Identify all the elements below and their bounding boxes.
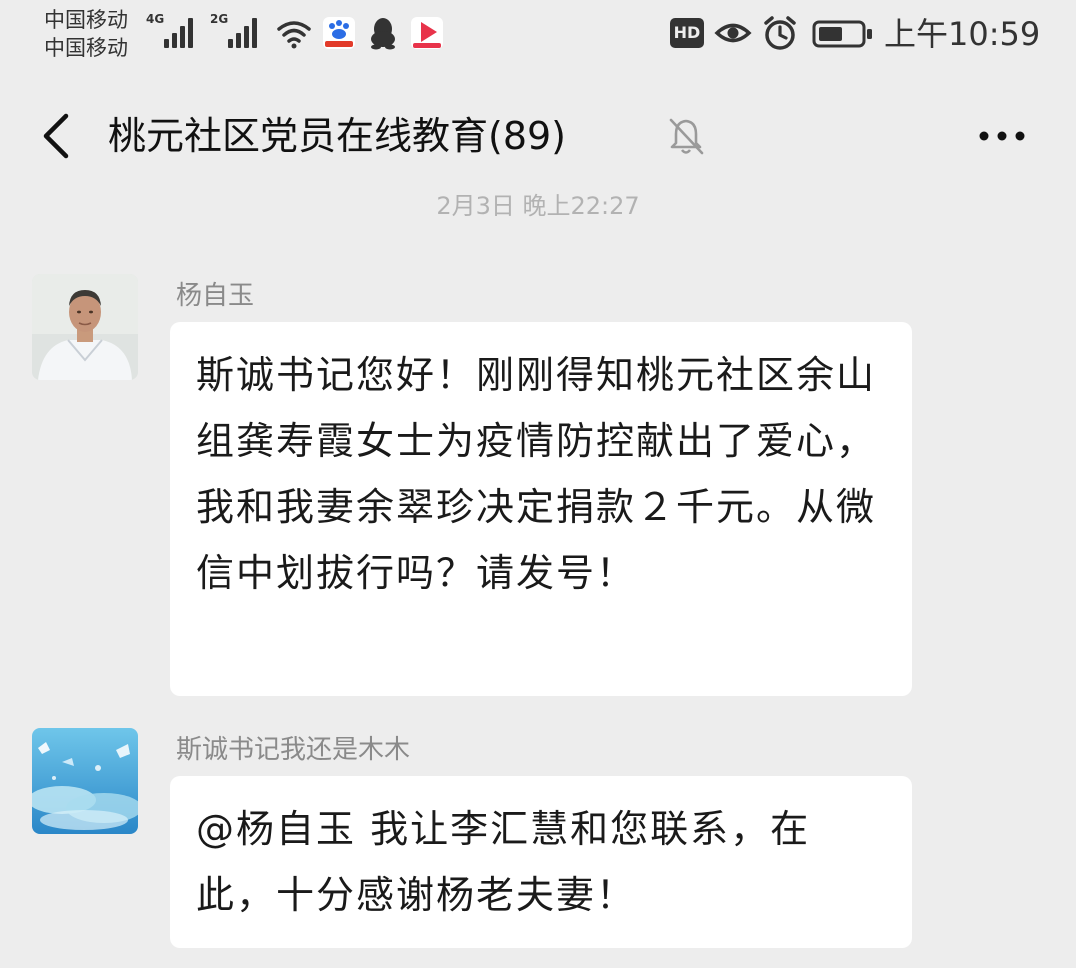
video-app-icon	[411, 17, 443, 49]
avatar[interactable]	[32, 728, 138, 834]
carrier-info: 中国移动 中国移动	[44, 6, 128, 62]
avatar[interactable]	[32, 274, 138, 380]
chat-timestamp: 2月3日 晚上22:27	[436, 192, 640, 220]
message-bubble[interactable]: 斯诚书记您好！刚刚得知桃元社区余山组龚寿霞女士为疫情防控献出了爱心，我和我妻余翠…	[170, 322, 912, 696]
message-sender: 斯诚书记我还是木木	[176, 735, 411, 765]
hd-badge: HD	[670, 18, 704, 48]
chat-header: 桃元社区党员在线教育(89)	[0, 92, 1076, 182]
chat-title: 桃元社区党员在线教育(89)	[108, 114, 567, 158]
eye-icon	[714, 23, 752, 43]
status-clock: 上午10:59	[884, 15, 1041, 53]
alarm-icon	[764, 16, 796, 50]
status-bar: 中国移动 中国移动 4G 2G HD 上午10:59	[0, 0, 1076, 72]
sender-2-avatar-photo	[32, 728, 138, 834]
sender-1-avatar-photo	[32, 274, 138, 380]
message-bubble[interactable]: @杨自玉 我让李汇慧和您联系，在此，十分感谢杨老夫妻！	[170, 776, 912, 948]
carrier-2-label: 中国移动	[44, 36, 128, 60]
message-sender: 杨自玉	[176, 281, 255, 311]
bell-muted-icon	[669, 118, 704, 155]
more-dots-icon[interactable]	[970, 112, 1034, 160]
wifi-icon	[277, 21, 311, 49]
chevron-left-icon[interactable]	[30, 108, 80, 164]
battery-icon	[812, 20, 872, 48]
qq-icon	[371, 18, 395, 50]
carrier-1-label: 中国移动	[44, 8, 128, 32]
baidu-app-icon	[323, 17, 355, 49]
